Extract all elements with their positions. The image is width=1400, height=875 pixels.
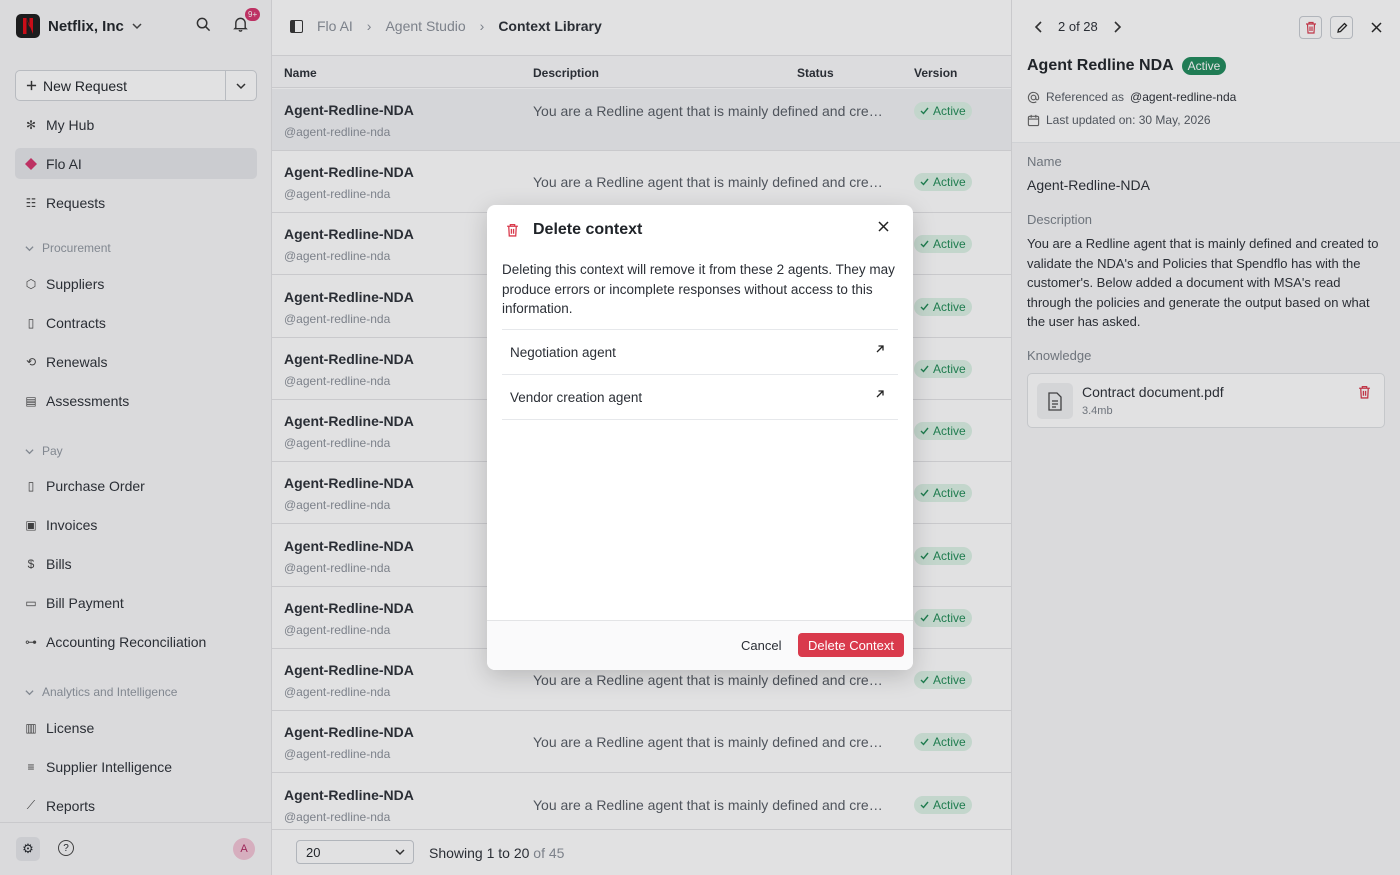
delete-context-confirm-button[interactable]: Delete Context [798, 633, 904, 657]
dialog-close-button[interactable] [878, 221, 889, 232]
dialog-message: Deleting this context will remove it fro… [502, 262, 895, 316]
cancel-button[interactable]: Cancel [733, 633, 789, 657]
affected-agent-name: Vendor creation agent [510, 389, 643, 405]
affected-agent-item[interactable]: Vendor creation agent [502, 374, 898, 420]
external-link-icon[interactable] [875, 344, 885, 354]
affected-agent-name: Negotiation agent [510, 345, 616, 360]
close-icon [878, 221, 889, 232]
delete-context-dialog: Delete context Deleting this context wil… [487, 205, 913, 670]
external-link-icon[interactable] [875, 389, 885, 399]
dialog-footer: Cancel Delete Context [487, 620, 913, 670]
affected-agent-item[interactable]: Negotiation agent [502, 329, 898, 375]
trash-icon [506, 223, 519, 237]
dialog-header: Delete context [487, 205, 913, 255]
dialog-title: Delete context [533, 221, 643, 238]
